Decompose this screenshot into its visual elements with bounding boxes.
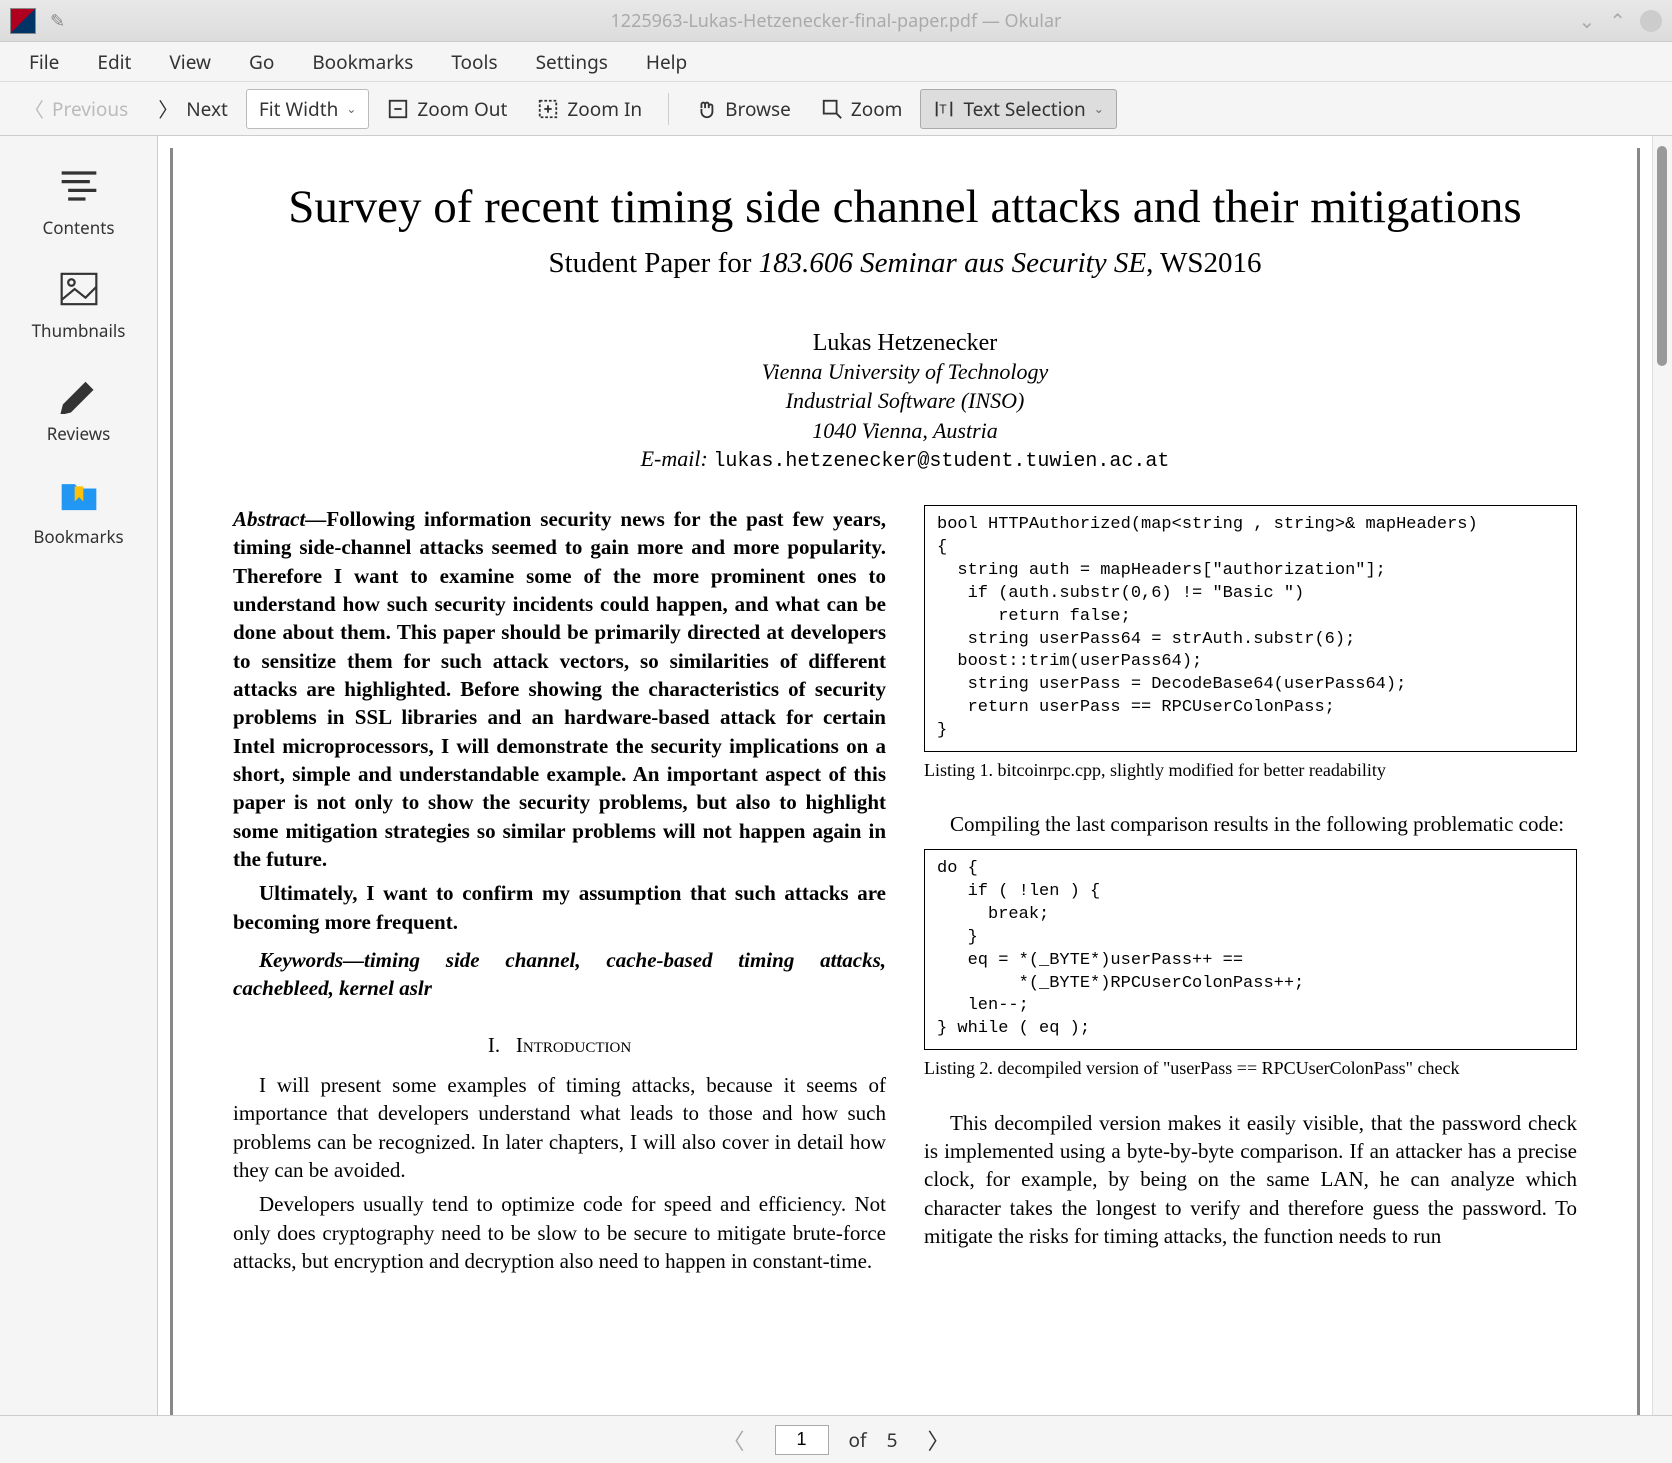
titlebar: ✎ 1225963-Lukas-Hetzenecker-final-paper.… [0,0,1672,42]
chevron-down-icon: ⌄ [346,100,356,117]
maximize-icon[interactable]: ⌃ [1609,7,1626,34]
sidebar: Contents Thumbnails Reviews Bookmarks [0,136,158,1415]
minimize-icon[interactable]: ⌄ [1578,7,1595,34]
svg-text:T: T [940,99,947,117]
toolbar: 〈 Previous 〉 Next Fit Width ⌄ Zoom Out Z… [0,82,1672,136]
text-selection-button[interactable]: T Text Selection ⌄ [920,89,1116,129]
abstract: Abstract—Following information security … [233,505,886,873]
menu-edit[interactable]: Edit [78,43,150,81]
keywords: Keywords—timing side channel, cache-base… [233,946,886,1003]
left-column: Abstract—Following information security … [233,505,886,1276]
zoom-button[interactable]: Zoom [809,90,915,128]
menu-help[interactable]: Help [627,43,706,81]
document-viewer[interactable]: Survey of recent timing side channel att… [158,136,1672,1415]
menu-file[interactable]: File [10,43,78,81]
page-wrapper: Survey of recent timing side channel att… [158,136,1652,1415]
pin-icon[interactable]: ✎ [50,9,65,33]
menu-settings[interactable]: Settings [517,43,627,81]
zoom-in-button[interactable]: Zoom In [525,90,654,128]
doc-author: Lukas Hetzenecker [233,330,1577,357]
doc-email: E-mail: lukas.hetzenecker@student.tuwien… [233,446,1577,473]
doc-columns: Abstract—Following information security … [233,505,1577,1276]
pdf-page[interactable]: Survey of recent timing side channel att… [170,148,1640,1415]
page-next-button[interactable]: 〉 [917,1420,959,1460]
page-total: 5 [887,1427,898,1453]
section-heading: I. Introduction [233,1031,886,1059]
menu-view[interactable]: View [150,43,230,81]
scroll-thumb[interactable] [1657,146,1667,366]
doc-title: Survey of recent timing side channel att… [233,178,1577,237]
abstract-p2: Ultimately, I want to confirm my assumpt… [233,879,886,936]
chevron-right-icon: 〉 [158,94,178,123]
right-p1: Compiling the last comparison results in… [924,810,1577,838]
doc-affiliation: Vienna University of Technology Industri… [233,357,1577,446]
vertical-scrollbar[interactable] [1652,136,1672,1415]
app-icon [10,8,36,34]
right-column: bool HTTPAuthorized(map<string , string>… [924,505,1577,1276]
menubar: File Edit View Go Bookmarks Tools Settin… [0,42,1672,82]
listing-2-caption: Listing 2. decompiled version of "userPa… [924,1056,1577,1080]
hand-icon [695,98,717,120]
sidebar-item-reviews[interactable]: Reviews [0,356,157,459]
listing-1-caption: Listing 1. bitcoinrpc.cpp, slightly modi… [924,758,1577,782]
text-selection-icon: T [933,98,955,120]
zoom-in-icon [537,98,559,120]
zoom-mode-dropdown[interactable]: Fit Width ⌄ [246,89,369,129]
page-navigator: 〈 of 5 〉 [0,1415,1672,1463]
intro-p2: Developers usually tend to optimize code… [233,1190,886,1275]
listing-1: bool HTTPAuthorized(map<string , string>… [924,505,1577,752]
sidebar-item-bookmarks[interactable]: Bookmarks [0,459,157,562]
bookmarks-icon [53,473,105,517]
chevron-down-icon: ⌄ [1094,100,1104,117]
menu-go[interactable]: Go [230,43,293,81]
magnify-icon [821,98,843,120]
thumbnails-icon [53,267,105,311]
sidebar-item-label: Bookmarks [33,525,123,548]
listing-2: do { if ( !len ) { break; } eq = *(_BYTE… [924,849,1577,1051]
browse-button[interactable]: Browse [683,90,803,128]
previous-button: 〈 Previous [12,88,140,129]
page-number-input[interactable] [775,1425,829,1455]
window-title: 1225963-Lukas-Hetzenecker-final-paper.pd… [611,9,1062,33]
sidebar-item-contents[interactable]: Contents [0,150,157,253]
zoom-out-button[interactable]: Zoom Out [375,90,519,128]
page-of-label: of [849,1427,867,1453]
next-button[interactable]: 〉 Next [146,88,240,129]
toolbar-separator [668,93,669,125]
sidebar-item-label: Reviews [47,422,111,445]
window-controls: ⌄ ⌃ [1578,7,1662,34]
menu-bookmarks[interactable]: Bookmarks [293,43,432,81]
sidebar-item-label: Contents [42,216,114,239]
chevron-left-icon: 〈 [24,94,44,123]
zoom-out-icon [387,98,409,120]
right-p2: This decompiled version makes it easily … [924,1109,1577,1251]
main-area: Contents Thumbnails Reviews Bookmarks Su… [0,136,1672,1415]
intro-p1: I will present some examples of timing a… [233,1071,886,1184]
contents-icon [53,164,105,208]
sidebar-item-label: Thumbnails [32,319,126,342]
doc-subtitle: Student Paper for 183.606 Seminar aus Se… [233,247,1577,280]
sidebar-item-thumbnails[interactable]: Thumbnails [0,253,157,356]
close-icon[interactable] [1640,10,1662,32]
reviews-icon [53,370,105,414]
page-prev-button: 〈 [713,1420,755,1460]
menu-tools[interactable]: Tools [432,43,516,81]
